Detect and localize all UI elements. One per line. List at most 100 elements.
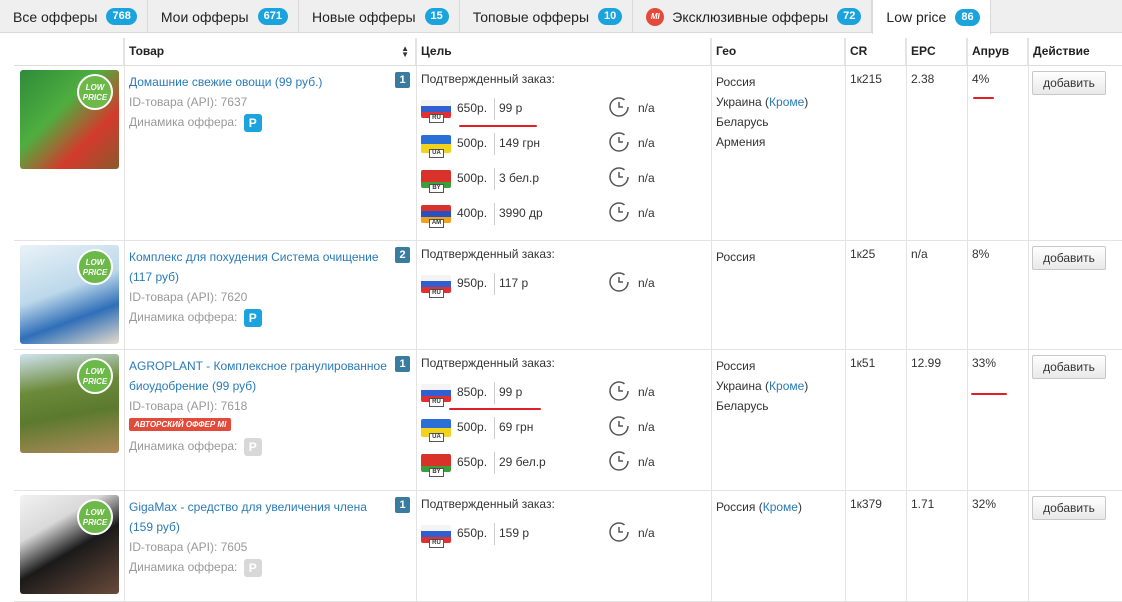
header-label: EPC: [911, 44, 936, 58]
goal-price-row: UA 500р. 149 грн n/a: [421, 131, 711, 159]
header-action: Действие: [1028, 38, 1122, 66]
dynamics-icon[interactable]: P: [243, 558, 262, 577]
geo-exception-link[interactable]: Кроме: [769, 379, 804, 393]
table-row: LOW PRICE Домашние свежие овощи (99 руб.)…: [14, 66, 1122, 241]
approve-value: 33%: [972, 356, 997, 370]
payout-price: 950р.: [457, 276, 488, 290]
count-badge: 671: [257, 8, 288, 25]
action-cell: добавить: [1028, 66, 1122, 106]
clock-icon: [609, 202, 629, 222]
goal-price-row: BY 500р. 3 бел.р n/a: [421, 166, 711, 194]
goal-price-row: RU 950р. 117 р n/a: [421, 271, 711, 299]
tab-label: Все офферы: [13, 8, 98, 25]
dynamics-icon[interactable]: P: [243, 437, 262, 456]
product-title-link[interactable]: Комплекс для похудения Система очищение …: [129, 247, 391, 287]
dynamics-icon[interactable]: P: [243, 113, 262, 132]
tab-low-price[interactable]: Low price 86: [872, 0, 991, 34]
geo-list: Россия: [716, 247, 755, 267]
payout-price: 650р.: [457, 455, 488, 469]
approve-value: 4%: [972, 72, 990, 86]
goal-cell: Подтвержденный заказ: RU 650р. 159 р n/a: [416, 491, 711, 602]
count-badge: 72: [837, 8, 862, 25]
tab-exclusive-offers[interactable]: MI Эксклюзивные офферы 72: [633, 0, 873, 33]
product-price: 29 бел.р: [499, 455, 546, 469]
ukraine-flag-icon: UA: [421, 419, 451, 443]
clock-icon: [609, 381, 629, 401]
clock-icon: [609, 522, 629, 542]
product-cell: Комплекс для похудения Система очищение …: [124, 241, 416, 350]
payout-price: 650р.: [457, 526, 488, 540]
cr-value: 1к25: [850, 247, 876, 261]
count-badge: 10: [598, 8, 623, 25]
geo-country: Россия: [716, 75, 756, 89]
clock-icon: [609, 167, 629, 187]
goal-label: Подтвержденный заказ:: [421, 356, 555, 370]
low-price-badge: LOW PRICE: [77, 74, 113, 110]
tab-label: Топовые офферы: [472, 8, 590, 25]
mi-icon: MI: [646, 7, 665, 26]
tab-label: Новые офферы: [311, 8, 416, 25]
header-label: Цель: [421, 44, 452, 58]
offer-dynamics: Динамика оффера: P: [129, 307, 262, 327]
geo-exception-link[interactable]: Кроме: [763, 500, 798, 514]
table-row: LOW PRICE Комплекс для похудения Система …: [14, 241, 1122, 350]
hold-value: n/a: [638, 101, 655, 115]
highlight-underline: [449, 408, 541, 410]
add-offer-button[interactable]: добавить: [1032, 355, 1106, 379]
goal-label: Подтвержденный заказ:: [421, 497, 555, 511]
product-image[interactable]: LOW PRICE: [20, 70, 119, 169]
header-label: Товар: [129, 44, 165, 58]
offer-number-badge: 2: [395, 247, 410, 263]
add-offer-button[interactable]: добавить: [1032, 246, 1106, 270]
tab-my-offers[interactable]: Мои офферы 671: [148, 0, 299, 33]
epc-value: 2.38: [911, 72, 935, 86]
add-offer-button[interactable]: добавить: [1032, 71, 1106, 95]
sort-icon[interactable]: ▲ ▼: [401, 45, 409, 59]
product-id: ID-товара (API): 7605: [129, 540, 248, 554]
table-row: LOW PRICE AGROPLANT - Комплексное гранули…: [14, 350, 1122, 491]
header-approve: Апрув: [967, 38, 1028, 66]
belarus-flag-icon: BY: [421, 454, 451, 478]
product-image[interactable]: LOW PRICE: [20, 354, 119, 453]
goal-price-row: UA 500р. 69 грн n/a: [421, 415, 711, 443]
product-price: 3990 др: [499, 206, 543, 220]
tab-label: Low price: [886, 9, 947, 25]
dynamics-icon[interactable]: P: [243, 308, 262, 327]
goal-price-row: RU 850р. 99 р n/a: [421, 380, 711, 408]
hold-value: n/a: [638, 385, 655, 399]
header-goal: Цель: [416, 38, 711, 66]
product-image[interactable]: LOW PRICE: [20, 495, 119, 594]
add-offer-button[interactable]: добавить: [1032, 496, 1106, 520]
tab-label: Эксклюзивные офферы: [672, 8, 829, 25]
offer-dynamics: Динамика оффера: P: [129, 436, 262, 456]
russia-flag-icon: RU: [421, 384, 451, 408]
header-label: CR: [850, 44, 868, 58]
hold-value: n/a: [638, 136, 655, 150]
geo-exception-link[interactable]: Кроме: [769, 95, 804, 109]
goal-cell: Подтвержденный заказ: RU 850р. 99 р n/a …: [416, 350, 711, 491]
clock-icon: [609, 132, 629, 152]
tab-top-offers[interactable]: Топовые офферы 10: [460, 0, 634, 33]
clock-icon: [609, 272, 629, 292]
product-price: 117 р: [499, 276, 529, 290]
epc-value: 12.99: [911, 356, 942, 370]
product-id: ID-товара (API): 7637: [129, 95, 248, 109]
hold-value: n/a: [638, 420, 655, 434]
geo-list: Россия Украина (Кроме) Беларусь Армения: [716, 72, 808, 152]
header-product[interactable]: Товар ▲ ▼: [124, 38, 416, 66]
product-title-link[interactable]: Домашние свежие овощи (99 руб.): [129, 72, 391, 92]
tab-all-offers[interactable]: Все офферы 768: [0, 0, 148, 33]
product-price: 69 грн: [499, 420, 534, 434]
belarus-flag-icon: BY: [421, 170, 451, 194]
product-price: 159 р: [499, 526, 530, 540]
product-title-link[interactable]: GigaMax - средство для увеличения члена …: [129, 497, 391, 537]
geo-country: Россия: [716, 359, 756, 373]
action-cell: добавить: [1028, 241, 1122, 281]
goal-price-row: BY 650р. 29 бел.р n/a: [421, 450, 711, 478]
goal-price-row: RU 650р. 99 р n/a: [421, 96, 711, 124]
goal-cell: Подтвержденный заказ: RU 950р. 117 р n/a: [416, 241, 711, 350]
product-image[interactable]: LOW PRICE: [20, 245, 119, 344]
product-title-link[interactable]: AGROPLANT - Комплексное гранулированное …: [129, 356, 391, 396]
product-cell: GigaMax - средство для увеличения члена …: [124, 491, 416, 602]
tab-new-offers[interactable]: Новые офферы 15: [299, 0, 460, 33]
